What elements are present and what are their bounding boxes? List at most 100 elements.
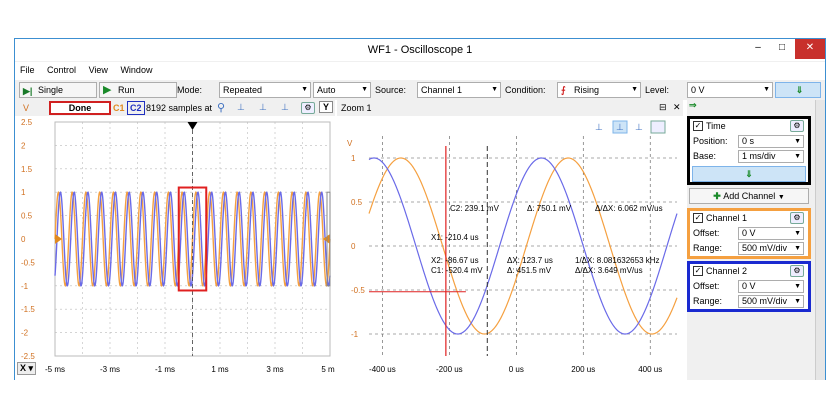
chevron-down-icon: ▼ [794, 138, 801, 145]
x-tick-label: -3 ms [100, 365, 120, 374]
toolbar: ▶| Single ▶ Run Mode: Repeated ▼ Auto ▼ So… [15, 80, 825, 100]
time-base-input[interactable]: 1 ms/div ▼ [738, 150, 804, 163]
title-bar: WF1 - Oscilloscope 1 – □ ✕ [15, 39, 825, 61]
x-tick-label: 0 us [509, 365, 524, 374]
channel2-badge[interactable]: C2 [127, 101, 145, 115]
m1-delta: Δ: 750.1 mV [527, 204, 572, 213]
channel1-checkbox[interactable]: ✓ [693, 213, 703, 223]
chevron-down-icon: ▼ [794, 230, 801, 237]
cursor-icon[interactable]: ⊥ [281, 102, 289, 113]
zoom-close-icon[interactable]: ✕ [673, 102, 681, 113]
chevron-down-icon: ▼ [794, 153, 801, 160]
menu-window[interactable]: Window [115, 62, 157, 78]
main-plot[interactable]: 2.5 2 1.5 1 0.5 0 -0.5 -1 -1.5 -2 -2.5 -5 ms -3 ms -1… [15, 116, 335, 380]
y-tick-label: -1 [21, 282, 29, 291]
time-apply-button[interactable]: ⇓ [692, 166, 806, 182]
y-unit-label: V [23, 103, 30, 113]
x-axis-label: X [20, 363, 27, 373]
time-base-value: 1 ms/div [742, 151, 776, 161]
x-tick-label: -400 us [369, 365, 396, 374]
settings-icon[interactable]: ⚙ [790, 265, 804, 277]
m2-x1: X1: -210.4 us [431, 233, 479, 242]
channel2-checkbox[interactable]: ✓ [693, 266, 703, 276]
arrow-down-icon: ⇓ [795, 85, 804, 95]
channel2-group: ✓ Channel 2 ⚙ Offset: 0 V ▼ Range: 500 mV/div… [687, 261, 811, 312]
settings-icon[interactable]: ⚙ [790, 212, 804, 224]
zoom-plot[interactable]: V 1 0.5 0 -0.5 -1 -400 us -200 us 0 us 200 us 400 … [337, 116, 683, 380]
x-axis-button[interactable]: X ▾ [17, 362, 37, 375]
m3-x2: X2: -86.67 us [431, 256, 479, 265]
chevron-down-icon: ▼ [794, 283, 801, 290]
channel2-offset-row: Offset: 0 V ▼ [690, 279, 808, 294]
level-apply-button[interactable]: ⇓ [775, 82, 821, 98]
channel1-title: Channel 1 [706, 213, 748, 223]
chevron-down-icon: ▼ [794, 298, 801, 305]
side-scrollbar[interactable] [815, 100, 825, 380]
settings-icon[interactable]: ⚙ [301, 102, 315, 114]
minimize-button[interactable]: – [745, 39, 771, 59]
maximize-button[interactable]: □ [769, 39, 795, 59]
level-value: 0 V [691, 85, 705, 95]
menu-view[interactable]: View [84, 62, 113, 78]
level-input[interactable]: 0 V ▼ [687, 82, 773, 98]
pin-icon[interactable]: ⊟ [659, 102, 667, 113]
y-tick-label: 1 [21, 188, 26, 197]
zoom-y-unit-label: V [347, 139, 353, 148]
x-tick-label: 5 ms [321, 365, 335, 374]
channel2-offset-label: Offset: [693, 281, 720, 291]
y-tick-label: 2.5 [21, 118, 33, 127]
menu-control[interactable]: Control [42, 62, 81, 78]
menu-file[interactable]: File [15, 62, 40, 78]
y-axis-button[interactable]: Y [319, 101, 334, 113]
channel2-offset-input[interactable]: 0 V ▼ [738, 280, 804, 293]
channel1-range-label: Range: [693, 243, 723, 253]
source-select[interactable]: Channel 1 ▼ [417, 82, 501, 98]
channel2-range-label: Range: [693, 296, 723, 306]
channel1-offset-row: Offset: 0 V ▼ [690, 226, 808, 241]
channel1-range-input[interactable]: 500 mV/div ▼ [738, 242, 804, 255]
channel1-badge[interactable]: C1 [113, 103, 125, 113]
channel1-group: ✓ Channel 1 ⚙ Offset: 0 V ▼ Range: 500 mV/div… [687, 208, 811, 259]
channel2-offset-value: 0 V [742, 281, 756, 291]
single-button[interactable]: ▶| Single [19, 82, 97, 98]
time-checkbox[interactable]: ✓ [693, 121, 703, 131]
zoom-icon[interactable]: ⚲ [217, 101, 225, 114]
y-tick-label: 1.5 [21, 165, 33, 174]
m1-rate: Δ/ΔX: 6.062 mV/us [595, 204, 663, 213]
cursor-icon[interactable]: ⊥ [635, 122, 643, 132]
cursor-icon[interactable]: ⊥ [237, 102, 245, 113]
chevron-down-icon: ▼ [763, 86, 770, 93]
cursor-icon[interactable]: ⊥ [259, 102, 267, 113]
close-button[interactable]: ✕ [795, 39, 825, 59]
plot-area: V Done C1 C2 8192 samples at 8 ⚲ ⊥ ⊥ ⊥ ⚙… [15, 100, 687, 380]
x-tick-label: -1 ms [155, 365, 175, 374]
channel1-offset-input[interactable]: 0 V ▼ [738, 227, 804, 240]
mode-value: Repeated [223, 85, 263, 95]
time-base-row: Base: 1 ms/div ▼ [690, 149, 808, 164]
channel2-header[interactable]: ✓ Channel 2 ⚙ [690, 264, 808, 279]
channel1-range-value: 500 mV/div [742, 243, 788, 253]
channel1-offset-label: Offset: [693, 228, 720, 238]
trigger-mode-select[interactable]: Auto ▼ [313, 82, 371, 98]
rising-edge-icon: ⨍ [561, 85, 566, 95]
time-header[interactable]: ✓ Time ⚙ [690, 119, 808, 134]
condition-label: Condition: [505, 85, 546, 95]
settings-icon[interactable] [650, 120, 666, 134]
channel1-header[interactable]: ✓ Channel 1 ⚙ [690, 211, 808, 226]
x-tick-label: 3 ms [266, 365, 283, 374]
channel2-range-value: 500 mV/div [742, 296, 788, 306]
add-channel-button[interactable]: ✚ Add Channel ▼ [689, 188, 809, 204]
y-tick-label: 0 [21, 235, 26, 244]
collapse-arrow-icon[interactable]: ⇒ [689, 100, 697, 111]
chevron-down-icon: ▼ [491, 86, 498, 93]
cursor-icon[interactable]: ⊥ [595, 122, 603, 132]
y-tick-label: 0 [351, 242, 356, 251]
time-position-input[interactable]: 0 s ▼ [738, 135, 804, 148]
condition-select[interactable]: ⨍ Rising ▼ [557, 82, 641, 98]
settings-icon[interactable]: ⚙ [790, 120, 804, 132]
mode-select[interactable]: Repeated ▼ [219, 82, 311, 98]
m4-rate: Δ/ΔX: 3.649 mV/us [575, 266, 643, 275]
run-button[interactable]: ▶ Run [99, 82, 177, 98]
channel2-range-input[interactable]: 500 mV/div ▼ [738, 295, 804, 308]
y-tick-label: -1.5 [21, 305, 35, 314]
